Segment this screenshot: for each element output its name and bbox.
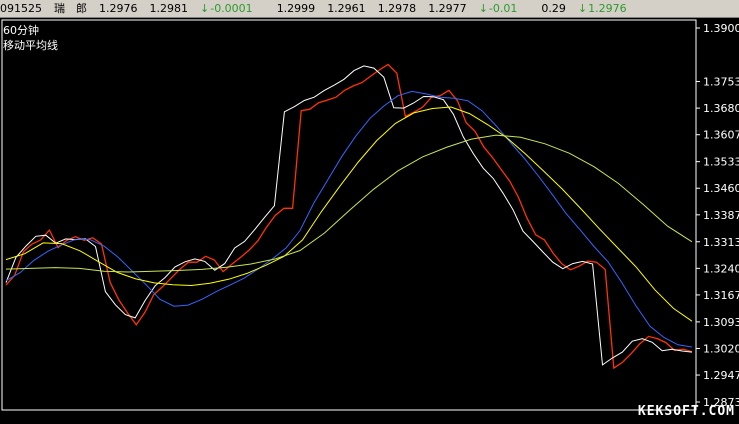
series-line-3 (5, 106, 693, 322)
quote-v4: 1.2999 (276, 2, 316, 15)
quote-v7: 1.2977 (428, 2, 467, 15)
indicator-label: 移动平均线 (3, 39, 58, 52)
y-tick-label: 1.3607 (703, 129, 739, 142)
series-line-4 (5, 134, 693, 273)
y-tick-label: 1.3313 (703, 236, 739, 249)
y-tick-label: 1.3387 (703, 209, 739, 222)
y-tick-label: 1.3093 (703, 316, 739, 329)
quote-v9: 0.29 (541, 2, 566, 15)
y-tick-label: 1.3020 (703, 342, 739, 355)
y-tick-label: 1.3900 (703, 22, 739, 35)
y-tick-label: 1.3460 (703, 182, 739, 195)
quote-change2: -0.01 (488, 2, 518, 15)
y-axis: 1.3900 1.3753 1.3680 1.3607 1.3533 1.3460 1.33… (1, 19, 739, 411)
quote-last: 1.2976 (588, 2, 627, 15)
chart-period-label: 60分钟 (3, 24, 39, 37)
y-tick-label: 1.2947 (703, 369, 739, 382)
symbol-code: 091525 (0, 2, 42, 15)
series-line-0 (5, 63, 693, 370)
watermark: KEKSOFT.COM (637, 404, 735, 419)
quote-open: 1.2976 (99, 2, 138, 15)
quote-v5: 1.2961 (327, 2, 366, 15)
down-arrow-icon: ↓ (478, 2, 488, 15)
y-tick-label: 1.3167 (703, 289, 739, 302)
quote-change: -0.0001 (210, 2, 253, 15)
quote-high: 1.2981 (149, 2, 189, 15)
y-tick-label: 1.3680 (703, 102, 739, 115)
down-arrow-icon: ↓ (577, 2, 588, 15)
y-tick-label: 1.3240 (703, 262, 739, 275)
plot-frame (1, 19, 697, 411)
y-tick-label: 1.3753 (703, 76, 739, 89)
symbol-name: 瑞 郎 (54, 2, 87, 15)
series-line-1 (5, 65, 693, 366)
series-line-2 (5, 90, 693, 348)
quote-bar: 091525 瑞 郎 1.2976 1.2981 ↓-0.0001 1.2999 1.296… (0, 0, 739, 18)
price-chart[interactable]: 1.3900 1.3753 1.3680 1.3607 1.3533 1.3460 1.33… (0, 18, 739, 424)
quote-v6: 1.2978 (377, 2, 417, 15)
series-layer (5, 63, 693, 370)
down-arrow-icon: ↓ (200, 2, 210, 15)
y-tick-label: 1.3533 (703, 156, 739, 169)
